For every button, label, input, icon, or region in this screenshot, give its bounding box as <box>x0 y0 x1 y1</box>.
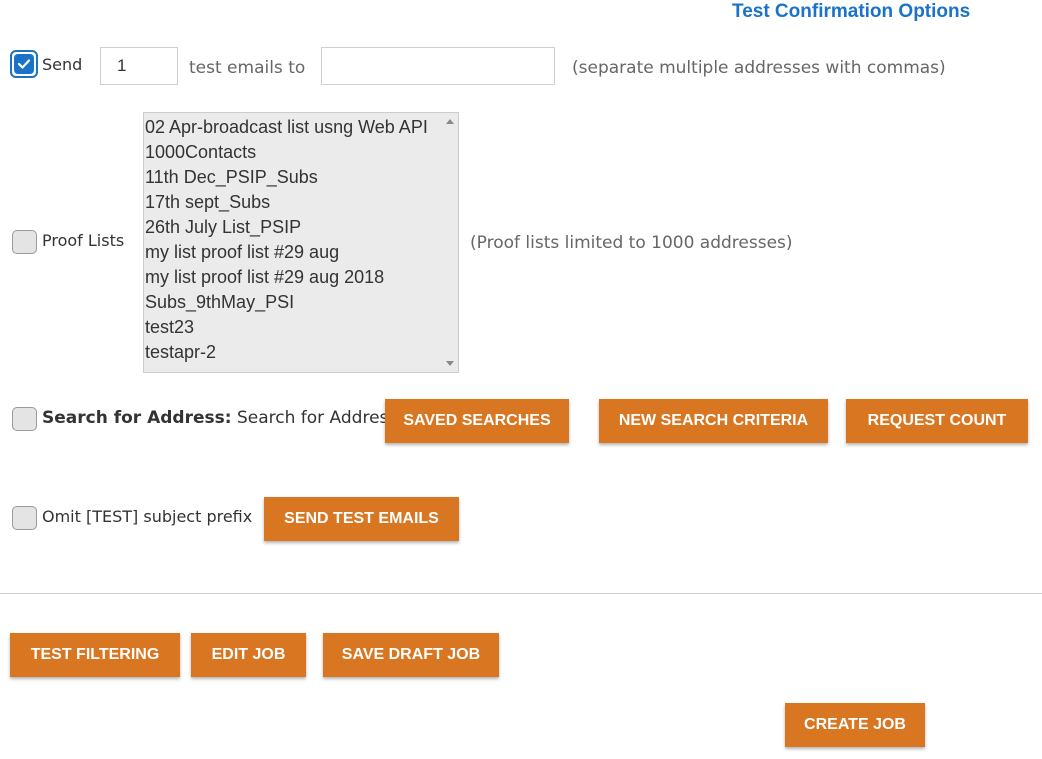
saved-searches-button[interactable]: SAVED SEARCHES <box>385 399 569 443</box>
proof-lists-hint: (Proof lists limited to 1000 addresses) <box>470 233 793 253</box>
save-draft-job-button[interactable]: SAVE DRAFT JOB <box>323 633 499 677</box>
omit-test-prefix-label: Omit [TEST] subject prefix <box>42 507 253 526</box>
listbox-scrollbar[interactable] <box>442 113 458 372</box>
test-confirmation-options-link[interactable]: Test Confirmation Options <box>732 1 970 23</box>
edit-job-button[interactable]: EDIT JOB <box>191 633 306 677</box>
proof-list-option[interactable]: my list proof list #29 aug 2018 <box>144 265 442 290</box>
search-for-address-label: Search for Address: Search for Address <box>42 408 397 428</box>
test-email-count-input[interactable]: 1 <box>100 47 178 85</box>
request-count-button[interactable]: REQUEST COUNT <box>846 399 1028 443</box>
send-test-emails-button[interactable]: SEND TEST EMAILS <box>264 497 459 541</box>
separate-addresses-hint: (separate multiple addresses with commas… <box>572 58 946 78</box>
new-search-criteria-button[interactable]: NEW SEARCH CRITERIA <box>599 399 828 443</box>
proof-list-option[interactable]: 17th sept_Subs <box>144 190 442 215</box>
omit-test-prefix-checkbox[interactable] <box>12 506 37 530</box>
scroll-down-icon[interactable] <box>446 361 454 366</box>
test-emails-to-label: test emails to <box>189 58 306 78</box>
proof-list-option[interactable]: 02 Apr-broadcast list usng Web API <box>144 115 442 140</box>
send-checkbox[interactable] <box>10 50 38 78</box>
scroll-up-icon[interactable] <box>446 119 454 124</box>
proof-list-option[interactable]: 11th Dec_PSIP_Subs <box>144 165 442 190</box>
proof-list-option[interactable]: testapr-2 <box>144 340 442 365</box>
search-for-address-bold-label: Search for Address: <box>42 408 232 428</box>
send-label: Send <box>42 55 83 74</box>
proof-list-option[interactable]: 26th July List_PSIP <box>144 215 442 240</box>
search-for-address-checkbox[interactable] <box>12 407 37 431</box>
search-for-address-normal-label: Search for Address <box>236 408 398 428</box>
checkmark-icon <box>14 54 34 74</box>
proof-list-option[interactable]: Subs_9thMay_PSI <box>144 290 442 315</box>
proof-lists-select[interactable]: 02 Apr-broadcast list usng Web API 1000Co… <box>143 112 459 373</box>
proof-lists-checkbox[interactable] <box>12 230 37 254</box>
create-job-button[interactable]: CREATE JOB <box>785 703 925 747</box>
section-divider <box>0 593 1042 594</box>
proof-list-option[interactable]: 1000Contacts <box>144 140 442 165</box>
test-email-addresses-input[interactable] <box>321 47 555 85</box>
proof-list-option[interactable]: test23 <box>144 315 442 340</box>
test-filtering-button[interactable]: TEST FILTERING <box>10 633 180 677</box>
proof-list-option[interactable]: my list proof list #29 aug <box>144 240 442 265</box>
proof-lists-label: Proof Lists <box>42 231 125 250</box>
